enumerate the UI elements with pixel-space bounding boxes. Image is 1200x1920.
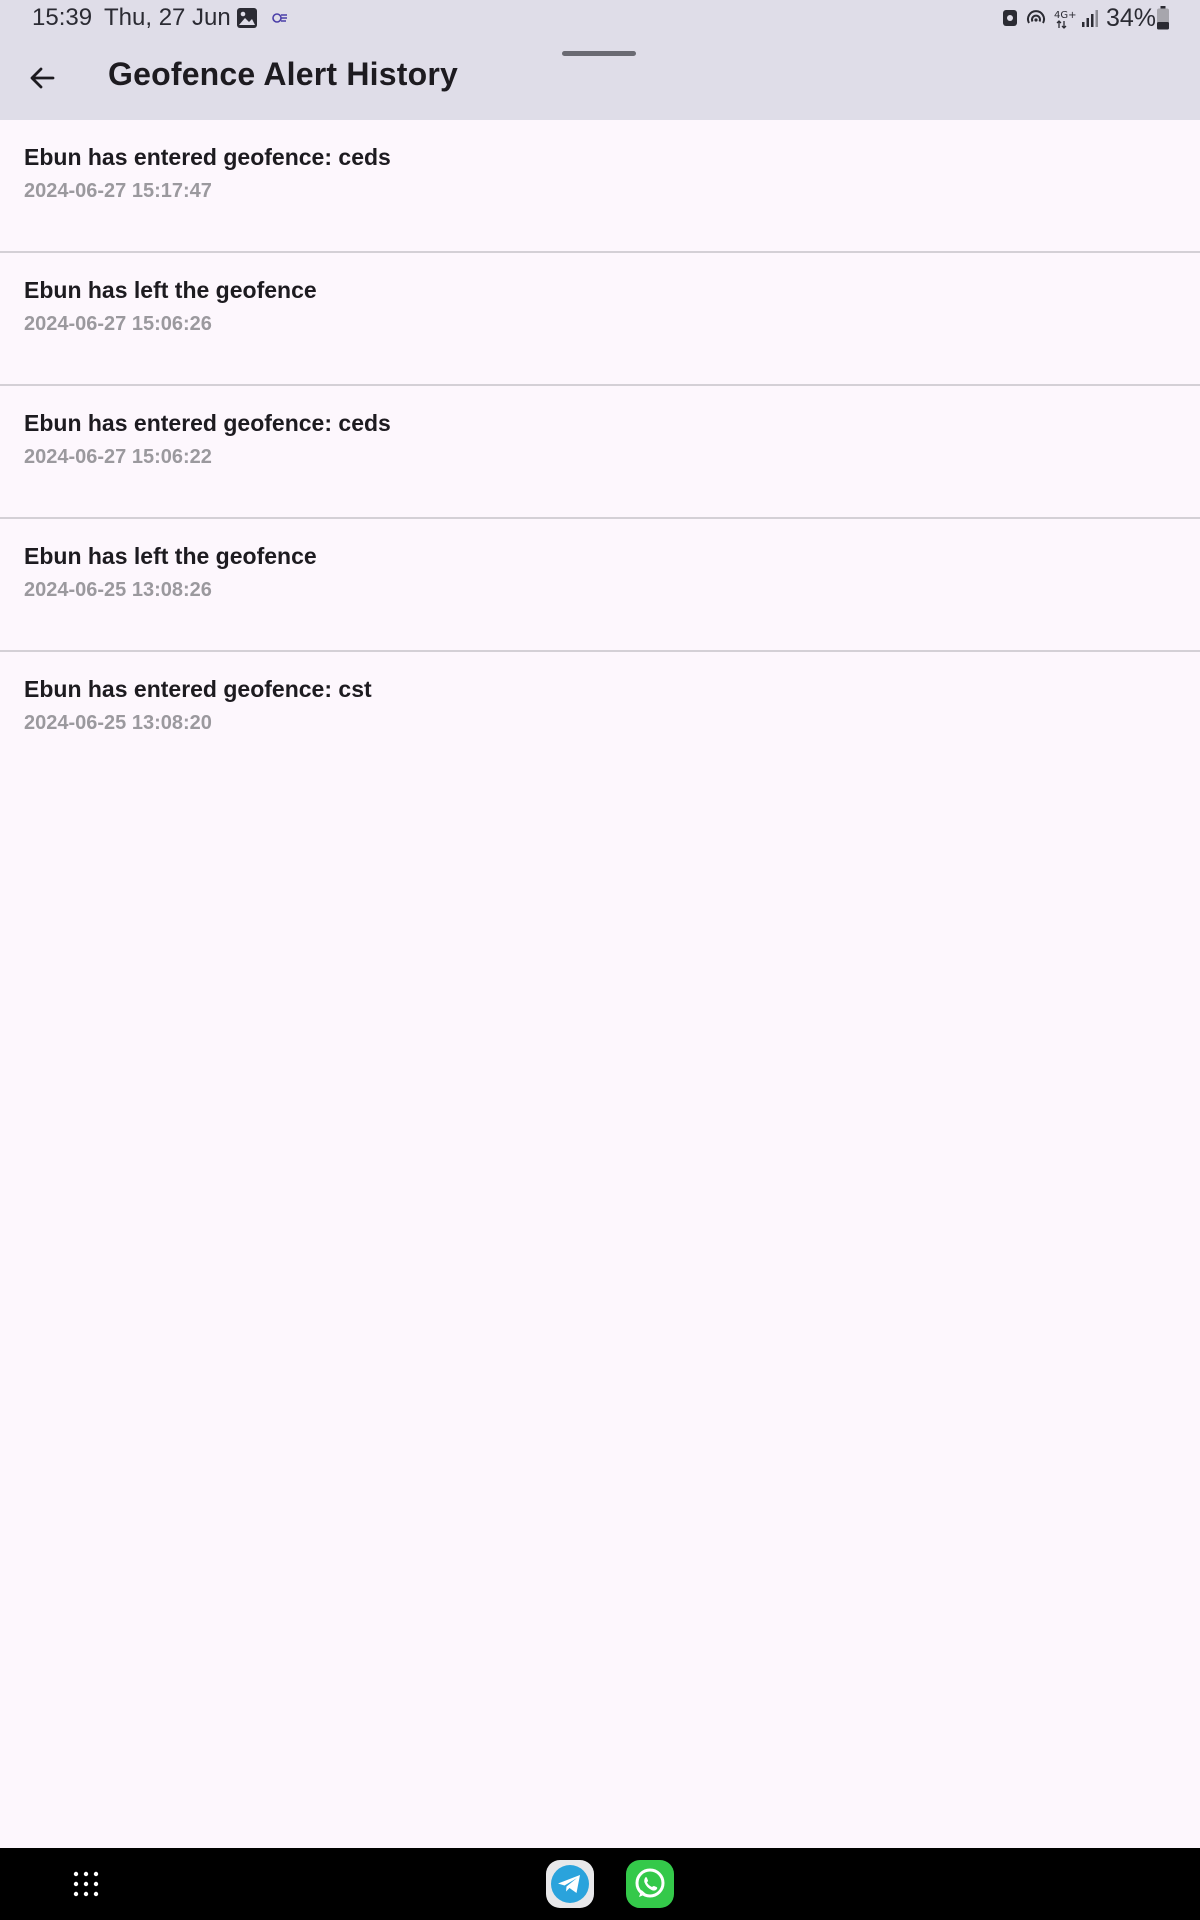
- alert-message: Ebun has left the geofence: [24, 543, 317, 569]
- apps-grid-icon[interactable]: [72, 1870, 100, 1898]
- network-4g-icon: 4G+: [1054, 10, 1076, 29]
- list-item[interactable]: Ebun has left the geofence 2024-06-25 13…: [0, 519, 1200, 652]
- app-notification-icon: [272, 13, 287, 23]
- alert-message: Ebun has entered geofence: cst: [24, 676, 372, 702]
- status-date: Thu, 27 Jun: [104, 4, 231, 31]
- alert-message: Ebun has left the geofence: [24, 277, 317, 303]
- signal-icon: [1082, 10, 1098, 27]
- data-saver-icon: [1003, 10, 1017, 26]
- alert-timestamp: 2024-06-27 15:06:22: [24, 446, 212, 468]
- hotspot-icon: [1027, 10, 1045, 24]
- page-title: Geofence Alert History: [108, 56, 458, 92]
- gallery-icon: [237, 8, 257, 28]
- status-bar: 15:39 Thu, 27 Jun 4G+ 34%: [0, 0, 1200, 36]
- list-item[interactable]: Ebun has left the geofence 2024-06-27 15…: [0, 253, 1200, 386]
- alert-list: Ebun has entered geofence: ceds 2024-06-…: [0, 120, 1200, 783]
- navigation-bar: [0, 1848, 1200, 1920]
- alert-message: Ebun has entered geofence: ceds: [24, 144, 391, 170]
- app-bar: 15:39 Thu, 27 Jun 4G+ 34% Geofence Alert…: [0, 0, 1200, 120]
- alert-timestamp: 2024-06-27 15:17:47: [24, 180, 212, 202]
- back-button[interactable]: [18, 54, 66, 102]
- battery-percent: 34%: [1106, 4, 1157, 32]
- list-item[interactable]: Ebun has entered geofence: ceds 2024-06-…: [0, 386, 1200, 519]
- alert-timestamp: 2024-06-25 13:08:20: [24, 712, 212, 734]
- list-item[interactable]: Ebun has entered geofence: cst 2024-06-2…: [0, 652, 1200, 783]
- drag-handle[interactable]: [562, 51, 636, 56]
- list-item[interactable]: Ebun has entered geofence: ceds 2024-06-…: [0, 120, 1200, 253]
- telegram-icon[interactable]: [546, 1860, 594, 1908]
- alert-timestamp: 2024-06-27 15:06:26: [24, 313, 212, 335]
- status-time: 15:39: [32, 4, 93, 31]
- battery-icon: [1157, 6, 1169, 30]
- alert-message: Ebun has entered geofence: ceds: [24, 410, 391, 436]
- alert-timestamp: 2024-06-25 13:08:26: [24, 579, 212, 601]
- whatsapp-icon[interactable]: [626, 1860, 674, 1908]
- arrow-left-icon: [30, 67, 55, 89]
- svg-text:4G+: 4G+: [1054, 10, 1076, 21]
